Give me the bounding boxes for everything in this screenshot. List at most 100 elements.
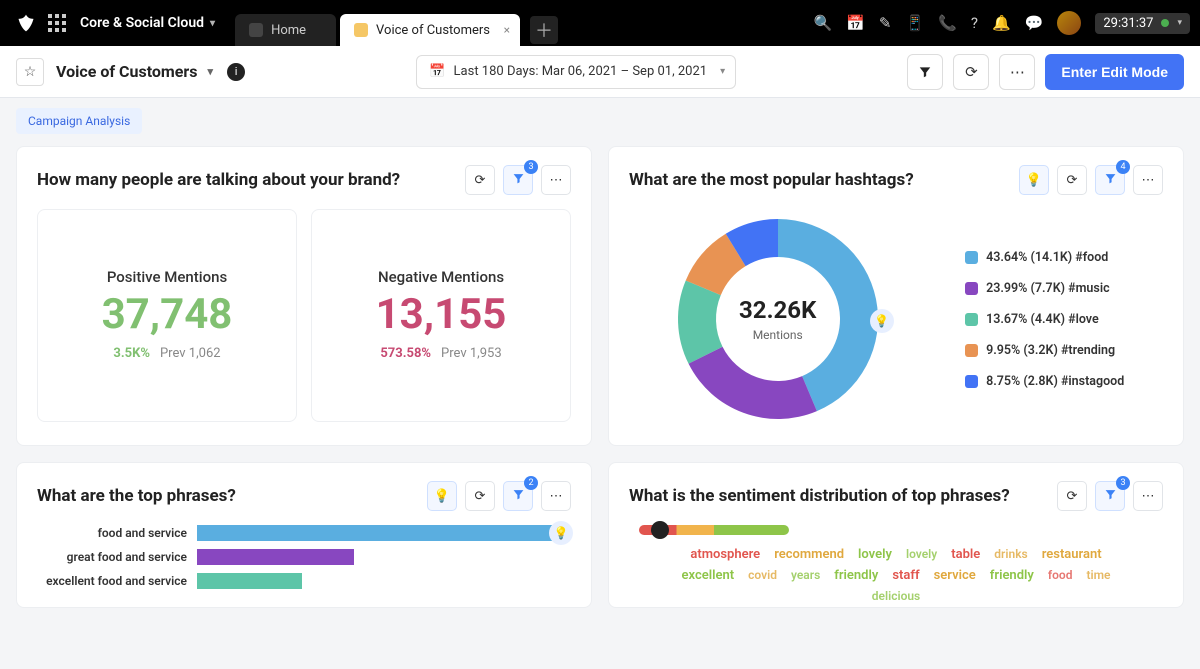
mobile-icon[interactable]: 📱 (905, 14, 924, 32)
legend-item[interactable]: 9.95% (3.2K) #trending (965, 343, 1124, 358)
topbar-right: 🔍 📅 ✎ 📱 📞 ? 🔔 💬 29:31:37 (814, 0, 1190, 46)
funnel-icon (1104, 172, 1117, 189)
slider-knob[interactable] (651, 521, 669, 539)
cloud-word[interactable]: drinks (994, 547, 1027, 562)
bulb-icon: 💡 (434, 489, 450, 504)
donut-chart: 32.26K Mentions 💡 (668, 209, 888, 429)
page-title-dropdown[interactable]: Voice of Customers (56, 62, 213, 81)
tab-voice-of-customers[interactable]: Voice of Customers × (340, 14, 520, 46)
avatar[interactable] (1057, 11, 1081, 35)
cloud-word[interactable]: time (1086, 568, 1110, 583)
cloud-word[interactable]: restaurant (1042, 547, 1102, 562)
legend-item[interactable]: 43.64% (14.1K) #food (965, 250, 1124, 265)
cloud-word[interactable]: service (934, 568, 976, 583)
card-title: What is the sentiment distribution of to… (629, 486, 1010, 506)
search-icon[interactable]: 🔍 (814, 14, 833, 32)
more-button[interactable]: ⋯ (541, 165, 571, 195)
more-button[interactable]: ⋯ (541, 481, 571, 511)
cloud-word[interactable]: years (791, 568, 820, 583)
chat-icon[interactable]: 💬 (1025, 14, 1044, 32)
cloud-word[interactable]: recommend (774, 547, 844, 562)
phrase-label: excellent food and service (37, 574, 197, 588)
phrase-bar[interactable] (197, 549, 354, 565)
kpi-prev: Prev 1,953 (441, 346, 502, 361)
cloud-word[interactable]: food (1048, 568, 1073, 583)
phrase-bar[interactable] (197, 525, 552, 541)
cloud-word[interactable]: lovely (858, 547, 892, 562)
card-brand-mentions: How many people are talking about your b… (16, 146, 592, 446)
kpi-negative-mentions: Negative Mentions 13,155 573.58% Prev 1,… (311, 209, 571, 422)
timer-value: 29:31:37 (1103, 16, 1153, 31)
voc-tab-icon (354, 23, 368, 37)
more-button[interactable]: ⋯ (1133, 481, 1163, 511)
home-tab-icon (249, 23, 263, 37)
calendar-icon[interactable]: 📅 (846, 14, 865, 32)
filter-tag-row: Campaign Analysis (0, 98, 1200, 140)
cloud-word[interactable]: table (951, 547, 980, 562)
kpi-label: Positive Mentions (48, 268, 286, 286)
legend-item[interactable]: 8.75% (2.8K) #instagood (965, 374, 1124, 389)
brand-logo-icon (14, 11, 38, 35)
phrase-bar[interactable] (197, 573, 302, 589)
chevron-down-icon (1177, 18, 1182, 28)
insight-hint-icon[interactable]: 💡 (549, 521, 573, 545)
date-range-picker[interactable]: 📅 Last 180 Days: Mar 06, 2021 – Sep 01, … (416, 55, 736, 89)
tab-label: Home (271, 23, 306, 38)
cloud-word[interactable]: covid (748, 568, 777, 583)
tab-label: Voice of Customers (376, 23, 490, 38)
cloud-word[interactable]: excellent (682, 568, 735, 583)
legend-text: 8.75% (2.8K) #instagood (986, 374, 1124, 389)
app-grid-icon[interactable] (48, 14, 66, 32)
insight-button[interactable]: 💡 (427, 481, 457, 511)
bulb-icon: 💡 (1026, 173, 1042, 188)
timer[interactable]: 29:31:37 (1095, 13, 1190, 34)
more-button[interactable]: ⋯ (1133, 165, 1163, 195)
help-icon[interactable]: ? (971, 14, 978, 32)
tab-home[interactable]: Home (235, 14, 336, 46)
refresh-button[interactable]: ⟳ (465, 165, 495, 195)
kpi-value: 37,748 (48, 294, 286, 336)
more-button[interactable]: ⋯ (999, 54, 1035, 90)
cloud-word[interactable]: lovely (906, 547, 937, 562)
insight-button[interactable]: 💡 (1019, 165, 1049, 195)
cloud-word[interactable]: staff (892, 568, 919, 583)
phrase-bar-track: 💡 (197, 525, 571, 541)
close-icon[interactable]: × (504, 23, 510, 37)
info-icon[interactable]: i (227, 63, 245, 81)
donut-legend: 43.64% (14.1K) #food 23.99% (7.7K) #music… (965, 250, 1124, 389)
legend-item[interactable]: 13.67% (4.4K) #love (965, 312, 1124, 327)
swatch-icon (965, 313, 978, 326)
enter-edit-mode-button[interactable]: Enter Edit Mode (1045, 54, 1184, 90)
insight-hint-icon[interactable]: 💡 (870, 309, 894, 333)
filter-button[interactable]: 2 (503, 481, 533, 511)
cloud-word[interactable]: friendly (834, 568, 878, 583)
tag-campaign-analysis[interactable]: Campaign Analysis (16, 108, 142, 134)
status-dot-icon (1161, 19, 1169, 27)
refresh-button[interactable]: ⟳ (1057, 165, 1087, 195)
refresh-button[interactable]: ⟳ (1057, 481, 1087, 511)
filter-button[interactable] (907, 54, 943, 90)
phrase-row: great food and service (37, 549, 571, 565)
sentiment-slider[interactable] (639, 525, 789, 535)
cloud-word[interactable]: atmosphere (690, 547, 760, 562)
filter-button[interactable]: 4 (1095, 165, 1125, 195)
dashboard-grid: How many people are talking about your b… (0, 140, 1200, 624)
bell-icon[interactable]: 🔔 (992, 14, 1011, 32)
favorite-button[interactable]: ☆ (16, 58, 44, 86)
filter-button[interactable]: 3 (1095, 481, 1125, 511)
chevron-down-icon (720, 66, 725, 77)
kpi-value: 13,155 (322, 294, 560, 336)
filter-button[interactable]: 3 (503, 165, 533, 195)
workspace-switcher[interactable]: Core & Social Cloud (80, 15, 215, 31)
legend-item[interactable]: 23.99% (7.7K) #music (965, 281, 1124, 296)
kpi-positive-mentions: Positive Mentions 37,748 3.5K% Prev 1,06… (37, 209, 297, 422)
edit-icon[interactable]: ✎ (879, 14, 892, 32)
cloud-word[interactable]: friendly (990, 568, 1034, 583)
card-title: What are the top phrases? (37, 486, 236, 506)
refresh-button[interactable]: ⟳ (465, 481, 495, 511)
calendar-icon: 📅 (429, 64, 445, 79)
refresh-button[interactable]: ⟳ (953, 54, 989, 90)
phone-icon[interactable]: 📞 (938, 14, 957, 32)
add-tab-button[interactable]: ＋ (530, 16, 558, 44)
cloud-word[interactable]: delicious (872, 589, 920, 603)
